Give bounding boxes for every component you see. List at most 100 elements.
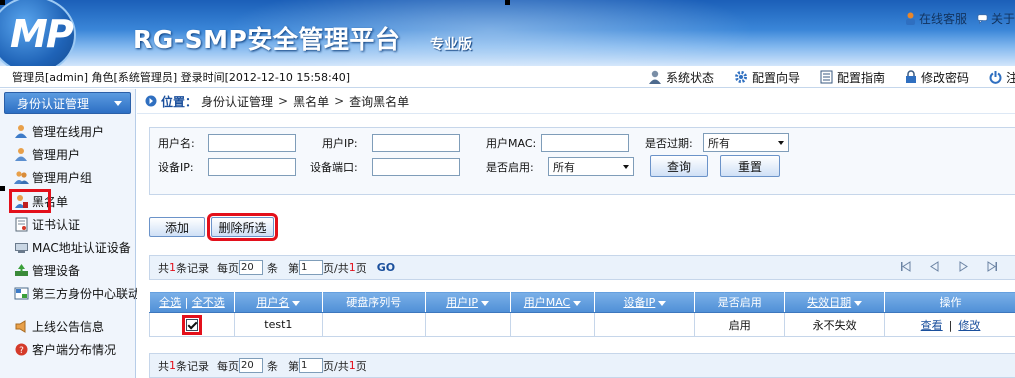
user-mac-input[interactable] <box>541 134 629 152</box>
delete-selected-button[interactable]: 删除所选 <box>207 213 278 241</box>
third-party-icon <box>14 287 29 300</box>
select-all-link[interactable]: 全选 <box>159 296 181 309</box>
search-row: 是否启用: 所有 <box>486 157 634 176</box>
client-distribution-icon: ? <box>15 343 28 356</box>
sidebar-item-certificate[interactable]: 证书认证 <box>0 213 135 236</box>
sidebar-item-label: 第三方身份中心联动 <box>32 287 141 301</box>
sidebar-item-user-groups[interactable]: 管理用户组 <box>0 166 135 189</box>
search-row: 用户名: <box>158 134 296 152</box>
change-password-label: 修改密码 <box>921 70 970 85</box>
go-button[interactable]: GO <box>377 261 395 274</box>
sidebar-item-manage-devices[interactable]: 管理设备 <box>0 259 135 282</box>
config-wizard-button[interactable]: 配置向导 <box>734 69 800 86</box>
pager-text: 条记录 <box>176 359 209 373</box>
top-actions: 系统状态 配置向导 配置指南 修改密码 注销 <box>648 66 1015 88</box>
user-icon <box>15 148 27 161</box>
prev-page-icon[interactable] <box>929 261 940 272</box>
sidebar-item-label: 管理设备 <box>32 264 81 278</box>
row-checkbox[interactable] <box>185 319 198 331</box>
sort-down-icon <box>481 300 490 306</box>
column-disk-serial: 硬盘序列号 <box>321 291 426 313</box>
sidebar-item-third-party[interactable]: 第三方身份中心联动 <box>0 282 140 305</box>
page-input[interactable]: 1 <box>299 260 323 275</box>
column-label: 用户MAC <box>523 296 571 309</box>
pager-text: 第 <box>288 359 299 373</box>
query-button[interactable]: 查询 <box>650 155 708 177</box>
top-links: 在线客服 关于 <box>905 10 1015 27</box>
cell-disk-serial <box>321 312 426 337</box>
online-users-icon <box>15 125 27 138</box>
table-header-row: 全选 | 全不选 用户名 硬盘序列号 用户IP 用户MAC 设备IP 是否启用 … <box>149 291 1015 313</box>
pager-text: 每页 <box>217 261 239 275</box>
cell-username: test1 <box>233 312 323 337</box>
search-panel: 用户名: 用户IP: 用户MAC: 是否过期: 所有 设备IP: 设备端口: 是… <box>149 127 1015 195</box>
selection-handle <box>0 186 5 191</box>
cell-expire: 永不失效 <box>784 312 886 337</box>
sort-down-icon <box>292 300 301 306</box>
sidebar-item-mac-device[interactable]: MAC地址认证设备 <box>0 236 135 259</box>
column-device-ip[interactable]: 设备IP <box>594 291 696 313</box>
sidebar-item-blacklist[interactable]: 黑名单 <box>9 189 68 213</box>
edit-link[interactable]: 修改 <box>958 319 980 332</box>
power-icon <box>989 71 1002 84</box>
sidebar-item-label: 客户端分布情况 <box>32 343 117 357</box>
column-user-ip[interactable]: 用户IP <box>424 291 511 313</box>
first-page-icon[interactable] <box>900 261 911 272</box>
last-page-icon[interactable] <box>987 261 998 272</box>
action-buttons: 添加 删除所选 <box>149 213 278 241</box>
view-link[interactable]: 查看 <box>921 319 943 332</box>
column-username[interactable]: 用户名 <box>233 291 323 313</box>
change-password-button[interactable]: 修改密码 <box>905 69 969 86</box>
sidebar-item-client-distribution[interactable]: ? 客户端分布情况 <box>0 338 135 361</box>
per-page-input[interactable]: 20 <box>239 260 263 275</box>
table-row: test1 启用 永不失效 查看 | 修改 <box>149 312 1015 337</box>
enabled-label: 是否启用: <box>486 160 534 174</box>
person-icon <box>905 12 915 25</box>
config-guide-button[interactable]: 配置指南 <box>820 69 885 86</box>
next-page-icon[interactable] <box>958 261 969 272</box>
pager-text: 页 <box>355 359 367 373</box>
row-select-cell <box>149 312 235 337</box>
column-user-mac[interactable]: 用户MAC <box>509 291 596 313</box>
per-page-input[interactable]: 20 <box>239 358 263 373</box>
online-service-label: 在线客服 <box>918 12 967 26</box>
sidebar-section-header[interactable]: 身份认证管理 <box>4 92 131 114</box>
sidebar-item-label: 管理在线用户 <box>32 125 105 139</box>
username-input[interactable] <box>208 134 296 152</box>
app-title: RG-SMP安全管理平台 <box>133 25 401 54</box>
cell-user-ip <box>424 312 511 337</box>
expired-select-value: 所有 <box>708 136 730 150</box>
pager-text: 条 <box>267 359 278 373</box>
header-banner: MP RG-SMP安全管理平台 专业版 在线客服 关于 <box>0 0 1015 66</box>
enabled-select[interactable]: 所有 <box>548 157 634 176</box>
blacklist-icon <box>15 194 28 208</box>
page-input[interactable]: 1 <box>299 358 323 373</box>
online-service-link[interactable]: 在线客服 <box>905 10 967 27</box>
reset-button[interactable]: 重置 <box>720 155 780 177</box>
sidebar-item-announcement[interactable]: 上线公告信息 <box>0 315 135 338</box>
device-icon <box>15 243 28 253</box>
logout-button[interactable]: 注销 <box>989 69 1015 86</box>
column-expire[interactable]: 失效日期 <box>784 291 886 313</box>
device-port-input[interactable] <box>372 158 460 176</box>
gear-icon <box>735 71 748 83</box>
expired-select[interactable]: 所有 <box>703 133 789 152</box>
system-status-button[interactable]: 系统状态 <box>648 69 714 86</box>
device-ip-input[interactable] <box>208 158 296 176</box>
breadcrumb-prefix: 位置： <box>161 94 198 109</box>
pager-text: 第 <box>288 261 299 275</box>
page-total: 1 <box>348 359 356 372</box>
expired-label: 是否过期: <box>645 136 693 150</box>
about-link[interactable]: 关于 <box>977 10 1015 27</box>
breadcrumb-item: 查询黑名单 <box>349 94 410 109</box>
breadcrumb-separator: > <box>278 94 289 108</box>
sidebar-item-users[interactable]: 管理用户 <box>0 143 135 166</box>
location-arrow-icon <box>145 95 157 107</box>
chevron-down-icon <box>623 164 629 169</box>
user-ip-input[interactable] <box>372 134 460 152</box>
add-button[interactable]: 添加 <box>149 217 205 237</box>
pager-text: 每页 <box>217 359 239 373</box>
select-none-link[interactable]: 全不选 <box>192 296 225 309</box>
column-label: 操作 <box>939 296 962 309</box>
sidebar-item-online-users[interactable]: 管理在线用户 <box>0 120 135 143</box>
